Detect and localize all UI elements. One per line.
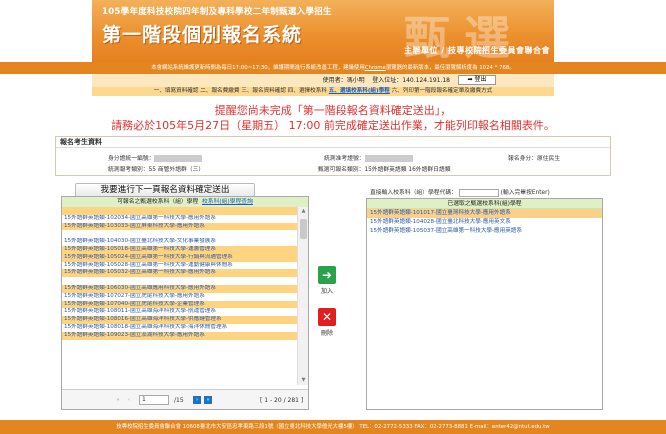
system-notice: 本會網站系統維護更新時間為每日17:00~17:30，維護期間進行系統改善工程，… — [0, 62, 666, 74]
remove-button[interactable]: ✕ 刪除 — [316, 308, 338, 337]
applicant-info-panel: 報名考生資料 身分證統一編號： 統測准考證號： 報名身分：原住民生 統測報考類別… — [55, 136, 611, 176]
list-item[interactable]: 15外語群英語類-107040-國立虎尾科技大學-企業管理系 — [62, 300, 298, 309]
selected-programs-panel: 已選取之甄選校系科(組)學程 15外語群英語類-101017-國立臺灣科技大學-… — [366, 198, 603, 410]
deadline-alert-line2: 請務必於105年5月27日（星期五） 17:00 前完成確定送出作業，才能列印報… — [111, 119, 555, 132]
list-item[interactable]: 15外語群英語類-108016-國立高雄海洋科技大學-供應鏈管理系 — [62, 316, 298, 324]
scroll-up-icon[interactable]: ▲ — [298, 207, 309, 216]
organizer-label: 主辦單位 / 技專校院招生委員會聯合會 — [404, 46, 550, 55]
user-name: 使用者：馮小明 — [322, 77, 365, 84]
list-item[interactable]: 15外語群英語類-104028-國立臺北科技大學-應用英文系 — [367, 218, 602, 227]
step-1: 一、填寫資料確認 — [153, 88, 199, 94]
user-bar: 使用者：馮小明 登入位址：140.124.191.18 ➡ 登出 — [92, 74, 554, 87]
list-item[interactable]: 15外語群英語類-105037-國立高雄第一科技大學-應用英語系 — [367, 227, 602, 236]
page-title: 第一階段個別報名系統 — [102, 24, 303, 46]
step-6: 六、列印第一階段報名確定單及繳費方式 — [391, 88, 493, 94]
direct-code-entry: 直接輸入校系科（組）學程代碼： (輸入完畢按Enter) — [370, 187, 550, 197]
eligible-group-value: 15外語群英語類 16外語群日語類 — [364, 167, 451, 173]
deadline-alert-line1: 提醒您尚未完成「第一階段報名資料確定送出」， — [214, 104, 452, 117]
available-programs-title: 可報名之甄選校系科（組）學程 — [117, 199, 199, 205]
next-page-submit-button[interactable]: 我要進行下一頁報名資料確定送出 — [75, 183, 255, 197]
next-page-icon[interactable]: › — [193, 396, 201, 404]
scroll-down-icon[interactable]: ▼ — [298, 376, 309, 385]
list-item[interactable] — [62, 277, 298, 285]
available-programs-list[interactable]: 15外語群英語類-102034-國立高雄第一科技大學-應用外語系 15外語群英語類… — [62, 207, 298, 385]
list-item[interactable]: 15外語群英語類-105028-國立高雄第一科技大學-運動健康與休閒系 — [62, 262, 298, 270]
direct-code-hint: (輸入完畢按Enter) — [500, 190, 550, 196]
list-item[interactable]: 15外語群英語類-106030-國立高雄應用科技大學-應用外語系 — [62, 284, 298, 293]
exam-number-row: 統測准考證號： — [324, 153, 413, 162]
direct-code-label: 直接輸入校系科（組）學程代碼： — [370, 190, 457, 196]
list-item[interactable]: 15外語群英語類-109023-國立澎湖科技大學-應用外語系 — [62, 331, 298, 340]
header-subtitle: 105學年度科技校院四年制及專科學校二年制甄選入學招生 — [102, 7, 332, 17]
applicant-info-title: 報名考生資料 — [56, 137, 610, 148]
logout-label: 登出 — [474, 76, 487, 83]
user-info: 使用者：馮小明 登入位址：140.124.191.18 — [323, 74, 450, 87]
eligible-group-row: 甄選可報名類別：15外語群英語類 16外語群日語類 — [318, 164, 451, 173]
step-3: 三、報名資料確認 — [241, 88, 286, 94]
logout-icon: ➡ — [467, 76, 473, 83]
list-item[interactable] — [62, 230, 298, 238]
exam-group-label: 統測報考類別： — [108, 167, 149, 173]
available-programs-panel: 可報名之甄選校系科（組）學程 校系科(組)學程查詢 15外語群英語類-10203… — [61, 196, 309, 410]
id-number-row: 身分證統一編號： — [108, 153, 203, 162]
list-scrollbar[interactable]: ▲ ▼ — [297, 207, 308, 385]
list-item[interactable]: 15外語群英語類-105032-國立高雄第一科技大學-應用外語系 — [62, 269, 298, 278]
notice-text-after: 瀏覽器的最新版本，最佳瀏覽解析度為 1024 * 768。 — [385, 65, 515, 71]
logout-button[interactable]: ➡ 登出 — [458, 75, 496, 85]
list-item[interactable]: 15外語群英語類-103033-國立屏東科技大學-應用外語系 — [62, 222, 298, 231]
add-label: 加入 — [320, 288, 333, 295]
add-button[interactable]: ➜ 加入 — [316, 266, 338, 295]
list-item[interactable]: 15外語群英語類-105018-國立高雄第一科技大學-運籌管理系 — [62, 245, 298, 254]
step-2: 二、報名費繳費 — [200, 88, 240, 94]
page-number-input[interactable]: 1 — [139, 395, 169, 405]
list-item[interactable]: 15外語群英語類-108011-國立高雄海洋科技大學-航運管理系 — [62, 308, 298, 316]
list-item[interactable] — [62, 207, 298, 215]
id-number-masked — [154, 155, 203, 162]
notice-text: 本會網站系統維護更新時間為每日17:00~17:30，維護期間進行系統改善工程，… — [151, 65, 365, 71]
exam-number-masked — [364, 155, 413, 162]
login-ip: 登入位址：140.124.191.18 — [372, 77, 450, 84]
arrow-right-icon: ➜ — [318, 266, 336, 284]
scroll-thumb[interactable] — [300, 219, 307, 239]
step-navigation: 一、填寫資料確認 二、報名費繳費 三、報名資料確認 四、選擇校系科 五、選填校系… — [92, 87, 554, 96]
remove-label: 刪除 — [320, 330, 333, 337]
step-4: 四、選擇校系科 — [287, 88, 327, 94]
program-search-link[interactable]: 校系科(組)學程查詢 — [202, 199, 253, 205]
first-page-icon[interactable]: « — [114, 396, 122, 404]
site-header: 105學年度科技校院四年制及專科學校二年制甄選入學招生 第一階段個別報名系統 甄… — [92, 0, 554, 62]
selected-programs-list[interactable]: 15外語群英語類-101017-國立臺灣科技大學-應用外語系 15外語群英語類-1… — [367, 209, 602, 236]
list-item[interactable]: 15外語群英語類-105024-國立高雄第一科技大學-行銷與流通管理系 — [62, 253, 298, 262]
exam-group-row: 統測報考類別：55 商管外語群（三） — [108, 164, 204, 173]
site-footer: 技專校院招生委員會聯合會 10608臺北市大安區忠孝東路三段1號（國立臺北科技大… — [0, 420, 666, 434]
step-current[interactable]: 五、選填校系科(組)學程 — [329, 88, 390, 94]
status-value: 原住民生 — [537, 156, 561, 162]
available-programs-header: 可報名之甄選校系科（組）學程 校系科(組)學程查詢 — [62, 197, 308, 207]
status-label: 報名身分： — [508, 156, 537, 162]
chrome-link[interactable]: Chrome — [365, 65, 386, 71]
eligible-group-label: 甄選可報名類別： — [318, 167, 365, 173]
list-item[interactable]: 15外語群英語類-101017-國立臺灣科技大學-應用外語系 — [367, 209, 602, 218]
status-row: 報名身分：原住民生 — [508, 153, 560, 162]
id-number-label: 身分證統一編號： — [108, 156, 155, 162]
record-range: [ 1 - 20 / 281 ] — [260, 397, 304, 404]
close-icon: ✕ — [318, 308, 336, 326]
last-page-icon[interactable]: » — [204, 396, 212, 404]
total-pages: /15 — [174, 397, 184, 404]
prev-page-icon[interactable]: ‹ — [125, 396, 133, 404]
list-item[interactable]: 15外語群英語類-107027-國立虎尾科技大學-應用外語系 — [62, 293, 298, 301]
list-pager: « ‹ 1 /15 › » [ 1 - 20 / 281 ] — [62, 389, 308, 409]
list-item[interactable]: 15外語群英語類-108018-國立高雄海洋科技大學-海洋休閒管理系 — [62, 324, 298, 332]
selected-programs-header: 已選取之甄選校系科(組)學程 — [367, 199, 602, 209]
direct-code-input[interactable] — [458, 188, 499, 197]
list-item[interactable]: 15外語群英語類-102034-國立高雄第一科技大學-應用外語系 — [62, 215, 298, 223]
exam-number-label: 統測准考證號： — [324, 156, 365, 162]
list-item[interactable]: 15外語群英語類-104030-國立臺北科技大學-文化事業發展系 — [62, 238, 298, 246]
exam-group-value: 55 商管外語群（三） — [148, 167, 205, 173]
